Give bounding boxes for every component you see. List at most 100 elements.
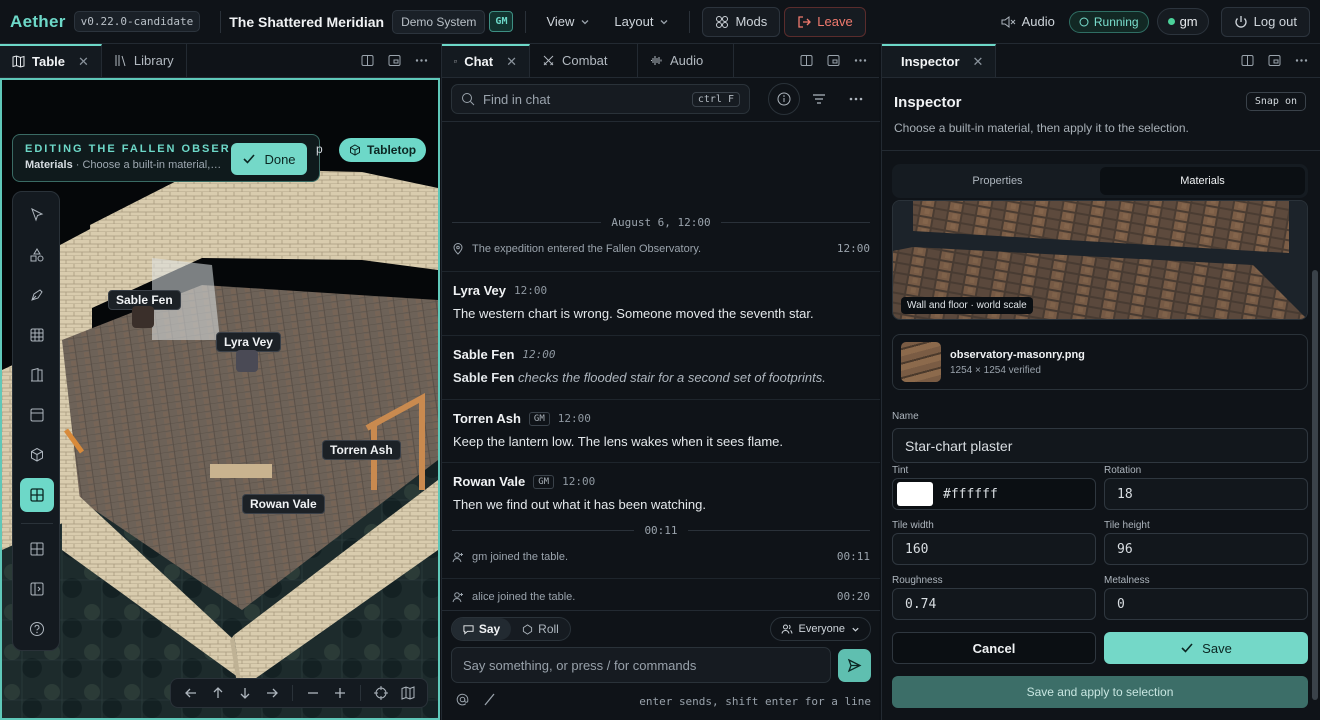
metalness-input[interactable]: 0 [1104, 588, 1308, 620]
split-icon[interactable] [361, 54, 374, 67]
tool-grid-settings[interactable] [20, 532, 54, 566]
power-icon [1234, 15, 1247, 28]
token-label[interactable]: Lyra Vey [216, 332, 281, 352]
chat-message: Lyra Vey 12:00 The western chart is wrong… [442, 271, 880, 335]
inspector-scrollbar[interactable] [1312, 270, 1318, 700]
audience-select[interactable]: Everyone [769, 617, 871, 641]
tab-table[interactable]: Table ✕ [0, 44, 102, 77]
audio-toggle[interactable]: Audio [994, 14, 1061, 29]
save-button[interactable]: Save [1104, 632, 1308, 664]
crosshair-icon[interactable] [373, 686, 388, 700]
user-chip[interactable]: gm [1156, 8, 1209, 35]
tab-combat[interactable]: Combat [530, 44, 638, 77]
tool-tiles[interactable] [20, 478, 54, 512]
zoom-in-icon[interactable] [333, 686, 347, 700]
mods-button[interactable]: Mods [702, 6, 781, 37]
layout-menu[interactable]: Layout [602, 8, 681, 35]
send-button[interactable] [838, 649, 871, 682]
info-button[interactable] [768, 83, 800, 115]
tool-objects[interactable] [20, 438, 54, 472]
snap-toggle[interactable]: Snap on [1245, 92, 1306, 111]
tool-shapes[interactable] [20, 238, 54, 272]
tab-inspector[interactable]: Inspector ✕ [882, 44, 996, 77]
split-icon[interactable] [800, 54, 813, 67]
token-label[interactable]: Torren Ash [322, 440, 401, 460]
message-author[interactable]: Lyra Vey [453, 283, 506, 298]
tab-library[interactable]: Library [102, 44, 187, 77]
arrow-left-icon[interactable] [184, 686, 198, 700]
tool-select[interactable] [20, 198, 54, 232]
chat-log[interactable]: August 6, 12:00 The expedition entered t… [442, 122, 880, 610]
tool-draw[interactable] [20, 278, 54, 312]
roughness-input[interactable]: 0.74 [892, 588, 1096, 620]
arrow-right-icon[interactable] [265, 686, 279, 700]
close-icon[interactable]: ✕ [78, 54, 89, 70]
tool-help[interactable] [20, 612, 54, 646]
more-icon[interactable] [415, 54, 428, 67]
segment-materials[interactable]: Materials [1100, 167, 1305, 195]
view-menu[interactable]: View [534, 8, 602, 35]
logout-button[interactable]: Log out [1220, 6, 1310, 37]
close-icon[interactable]: ✕ [973, 54, 984, 70]
divider [359, 685, 361, 701]
tool-sidebar[interactable] [20, 572, 54, 606]
tabletop-toggle[interactable]: Tabletop [339, 138, 427, 162]
message-author[interactable]: Sable Fen [453, 347, 514, 362]
tool-door[interactable] [20, 358, 54, 392]
filter-button[interactable] [812, 92, 826, 106]
segment-properties[interactable]: Properties [895, 167, 1100, 195]
divider [220, 10, 222, 33]
more-icon[interactable] [854, 54, 867, 67]
mention-icon[interactable] [456, 693, 469, 706]
cancel-button[interactable]: Cancel [892, 632, 1096, 664]
color-swatch[interactable] [897, 482, 933, 506]
divider [442, 578, 880, 579]
slash-command-icon[interactable] [483, 693, 496, 706]
roll-mode-button[interactable]: Roll [511, 618, 570, 640]
join-message: gm joined the table. 00:11 [452, 550, 870, 563]
chat-search-input[interactable]: Find in chat ctrl F [451, 84, 750, 114]
view-toggle-partial[interactable]: p [316, 142, 323, 156]
more-icon[interactable] [1295, 54, 1308, 67]
popout-icon[interactable] [1268, 54, 1281, 67]
arrow-up-icon[interactable] [211, 686, 225, 700]
tint-input[interactable]: #ffffff [892, 478, 1096, 510]
done-button[interactable]: Done [231, 143, 307, 175]
leave-button[interactable]: Leave [784, 6, 866, 37]
tool-grid[interactable] [20, 318, 54, 352]
tab-chat[interactable]: Chat ✕ [442, 44, 530, 77]
say-mode-button[interactable]: Say [452, 618, 511, 640]
mods-label: Mods [735, 14, 768, 29]
circle-icon [1079, 17, 1089, 26]
message-time: 12:00 [557, 412, 591, 425]
map-icon[interactable] [401, 686, 415, 700]
popout-icon[interactable] [827, 54, 840, 67]
save-and-apply-button[interactable]: Save and apply to selection [892, 676, 1308, 708]
rotation-input[interactable]: 18 [1104, 478, 1308, 510]
app-logo[interactable]: Aether [10, 12, 66, 32]
waveform-icon [651, 56, 662, 65]
message-author[interactable]: Torren Ash [453, 411, 521, 426]
tile-width-input[interactable]: 160 [892, 533, 1096, 565]
tab-audio[interactable]: Audio [638, 44, 734, 77]
layout-menu-label: Layout [614, 14, 654, 29]
chat-input[interactable]: Say something, or press / for commands [451, 647, 831, 683]
popout-icon[interactable] [388, 54, 401, 67]
token-avatar[interactable] [132, 306, 154, 328]
logout-label: Log out [1253, 14, 1297, 29]
chat-more-button[interactable] [849, 92, 863, 106]
users-icon [781, 624, 793, 634]
token-avatar[interactable] [236, 350, 258, 372]
composer-tools [456, 693, 496, 706]
tile-height-input[interactable]: 96 [1104, 533, 1308, 565]
save-label: Save [1202, 640, 1232, 656]
zoom-out-icon[interactable] [306, 686, 320, 700]
name-input[interactable]: Star-chart plaster [892, 428, 1308, 463]
token-label[interactable]: Rowan Vale [242, 494, 325, 514]
arrow-down-icon[interactable] [238, 686, 252, 700]
message-author[interactable]: Rowan Vale [453, 474, 525, 489]
tool-layout[interactable] [20, 398, 54, 432]
close-icon[interactable]: ✕ [506, 54, 517, 70]
material-file-card[interactable]: observatory-masonry.png 1254 × 1254 veri… [892, 334, 1308, 390]
split-icon[interactable] [1241, 54, 1254, 67]
